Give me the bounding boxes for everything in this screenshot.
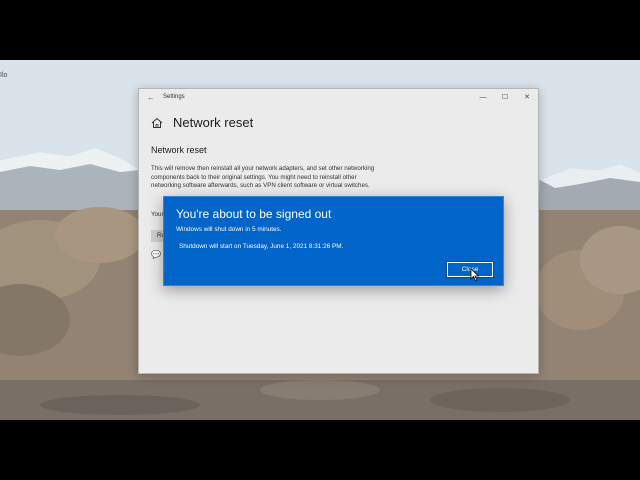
letterbox-top <box>0 0 640 60</box>
letterbox-bottom <box>0 420 640 480</box>
mouse-cursor-icon <box>470 268 480 282</box>
sign-out-dialog: You're about to be signed out Windows wi… <box>163 196 504 286</box>
window-title: Settings <box>163 94 185 100</box>
page-title: Network reset <box>173 115 254 130</box>
minimize-button[interactable]: — <box>472 94 494 101</box>
settings-titlebar: ← Settings — ☐ ✕ <box>139 89 538 105</box>
back-arrow-icon[interactable]: ← <box>139 93 163 102</box>
partial-text: Your <box>151 211 164 218</box>
section-title: Network reset <box>151 145 207 155</box>
home-icon[interactable] <box>151 117 163 129</box>
maximize-button[interactable]: ☐ <box>494 93 516 101</box>
dialog-message: Windows will shut down in 5 minutes. <box>176 226 282 233</box>
section-description: This will remove then reinstall all your… <box>151 165 375 189</box>
dialog-title: You're about to be signed out <box>176 207 332 221</box>
feedback-icon[interactable]: 💬 <box>151 250 161 259</box>
page-header: Network reset <box>151 115 253 130</box>
dialog-schedule: Shutdown will start on Tuesday, June 1, … <box>179 243 344 250</box>
close-window-button[interactable]: ✕ <box>516 93 538 101</box>
